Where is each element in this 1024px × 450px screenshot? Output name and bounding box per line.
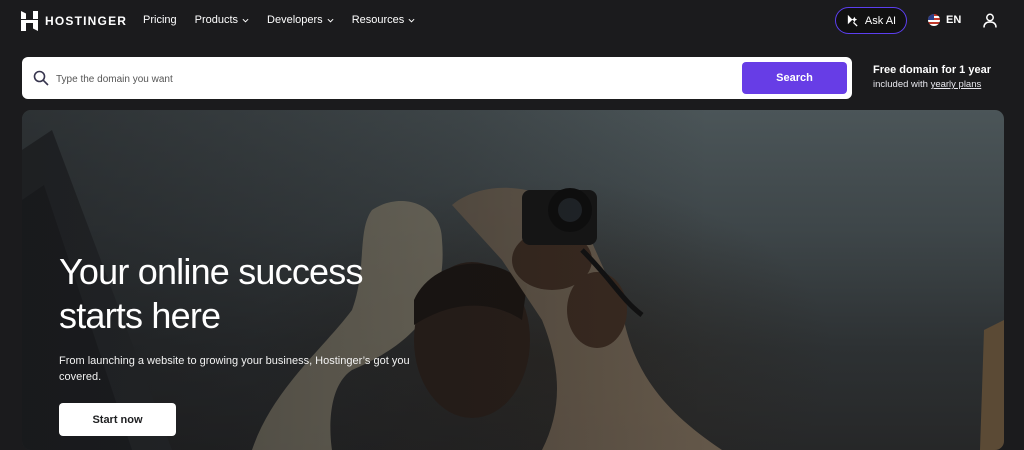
- nav-developers-label: Developers: [267, 14, 323, 26]
- promo-subtitle: included with yearly plans: [873, 79, 991, 90]
- chevron-down-icon: [327, 18, 334, 23]
- chevron-down-icon: [242, 18, 249, 23]
- user-account-icon[interactable]: [983, 13, 997, 28]
- promo-subtitle-text: included with: [873, 79, 931, 90]
- search-button[interactable]: Search: [742, 62, 847, 94]
- start-now-button[interactable]: Start now: [59, 403, 176, 436]
- chevron-down-icon: [408, 18, 415, 23]
- hero-subtitle: From launching a website to growing your…: [59, 355, 410, 383]
- brand-name: HOSTINGER: [45, 14, 128, 28]
- hostinger-logo-icon: [21, 11, 38, 31]
- sparkle-icon: [847, 14, 858, 27]
- search-icon: [33, 70, 49, 86]
- nav-pricing-label: Pricing: [143, 14, 177, 26]
- nav-resources[interactable]: Resources: [352, 14, 416, 26]
- top-navigation: HOSTINGER Pricing Products Developers Re…: [0, 0, 1024, 42]
- nav-links: Pricing Products Developers Resources: [143, 14, 415, 26]
- nav-developers[interactable]: Developers: [267, 14, 334, 26]
- hero-title-line-1: Your online success: [59, 251, 363, 292]
- nav-pricing[interactable]: Pricing: [143, 14, 177, 26]
- us-flag-icon: [928, 14, 940, 26]
- hero-title: Your online success starts here: [59, 250, 419, 338]
- domain-search-input[interactable]: [54, 67, 738, 91]
- ask-ai-button[interactable]: Ask AI: [835, 7, 907, 34]
- hero-title-line-2: starts here: [59, 295, 221, 336]
- promo-title: Free domain for 1 year: [873, 64, 991, 76]
- yearly-plans-link[interactable]: yearly plans: [931, 79, 982, 90]
- domain-search-bar: Search: [22, 57, 852, 99]
- ask-ai-label: Ask AI: [864, 14, 897, 27]
- nav-resources-label: Resources: [351, 14, 405, 26]
- hero-banner: Your online success starts here From lau…: [22, 110, 1004, 450]
- language-label: EN: [946, 14, 962, 26]
- language-selector[interactable]: EN: [928, 14, 961, 26]
- nav-products[interactable]: Products: [195, 14, 249, 26]
- brand-logo[interactable]: HOSTINGER: [21, 11, 127, 31]
- free-domain-promo: Free domain for 1 year included with yea…: [873, 64, 991, 90]
- nav-products-label: Products: [194, 14, 239, 26]
